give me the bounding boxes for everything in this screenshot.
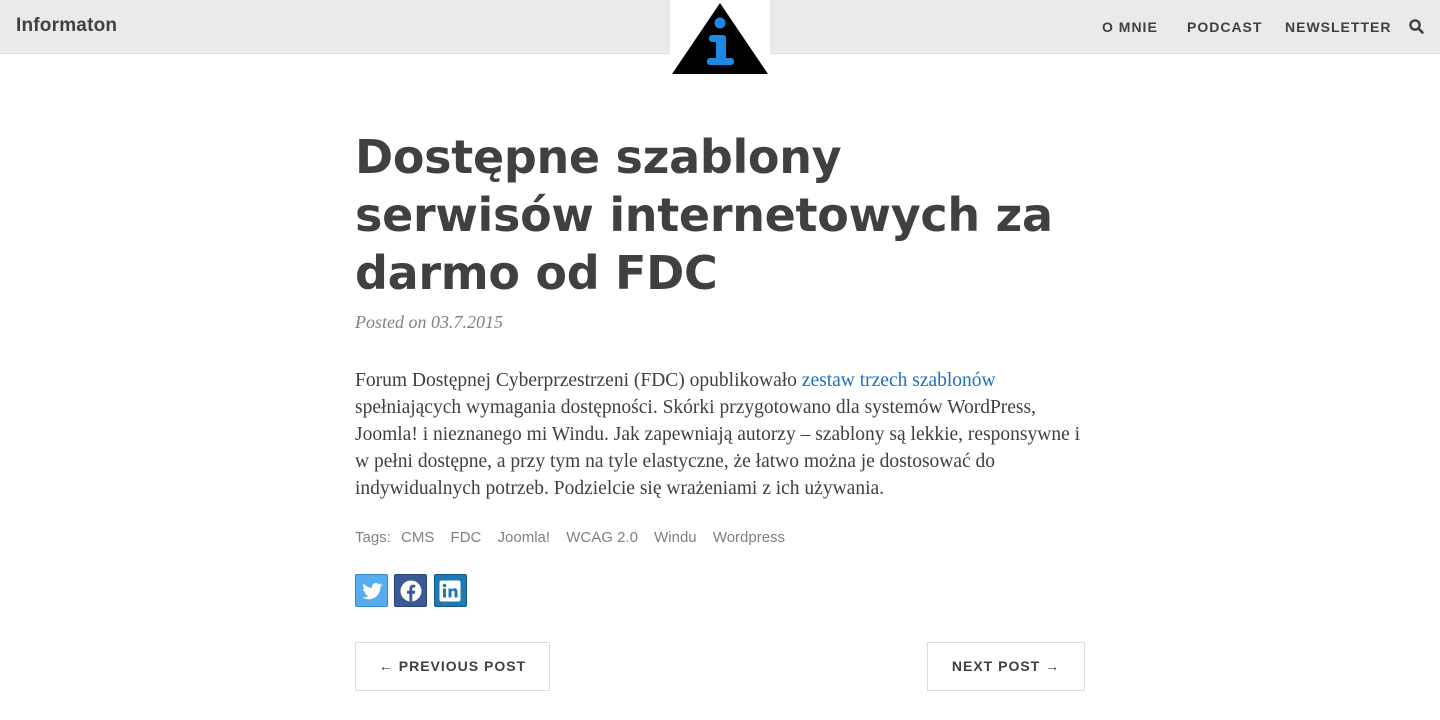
tag-link[interactable]: WCAG 2.0 (566, 529, 638, 546)
share-facebook-button[interactable] (394, 574, 428, 607)
share-buttons (355, 574, 1085, 608)
post-tags: Tags: CMS FDC Joomla! WCAG 2.0 Windu Wor… (355, 529, 1085, 546)
post-pager: ← PREVIOUS POST NEXT POST → (355, 642, 1085, 691)
post-content: Dostępne szablony serwisów internetowych… (355, 128, 1085, 608)
tags-label: Tags: (355, 529, 391, 546)
nav-item-newsletter[interactable]: NEWSLETTER (1285, 19, 1391, 35)
site-brand-link[interactable]: Informaton (16, 15, 117, 37)
tag-link[interactable]: CMS (401, 529, 434, 546)
tag-link[interactable]: Windu (654, 529, 697, 546)
templates-link[interactable]: zestaw trzech szablonów (802, 370, 996, 391)
post-body-text-start: Forum Dostępnej Cyberprzestrzeni (FDC) o… (355, 370, 802, 391)
tag-link[interactable]: FDC (451, 529, 482, 546)
share-linkedin-button[interactable] (433, 574, 467, 607)
linkedin-icon (439, 580, 461, 602)
nav-item-about[interactable]: O MNIE (1102, 19, 1158, 35)
previous-post-button[interactable]: ← PREVIOUS POST (355, 642, 550, 691)
post-body-text-end: spełniających wymagania dostępności. Skó… (355, 397, 1081, 499)
tag-link[interactable]: Wordpress (713, 529, 785, 546)
site-logo[interactable] (670, 0, 770, 76)
post-title: Dostępne szablony serwisów internetowych… (355, 130, 1053, 300)
tag-link[interactable]: Joomla! (498, 529, 551, 546)
facebook-icon (400, 580, 422, 602)
post-body: Forum Dostępnej Cyberprzestrzeni (FDC) o… (355, 367, 1085, 502)
post-date: Posted on 03.7.2015 (355, 312, 503, 332)
next-post-button[interactable]: NEXT POST → (927, 642, 1085, 691)
share-twitter-button[interactable] (355, 574, 388, 607)
info-triangle-icon (672, 3, 768, 74)
twitter-icon (361, 583, 382, 600)
search-icon[interactable] (1408, 18, 1426, 36)
nav-item-podcast[interactable]: PODCAST (1187, 19, 1262, 35)
